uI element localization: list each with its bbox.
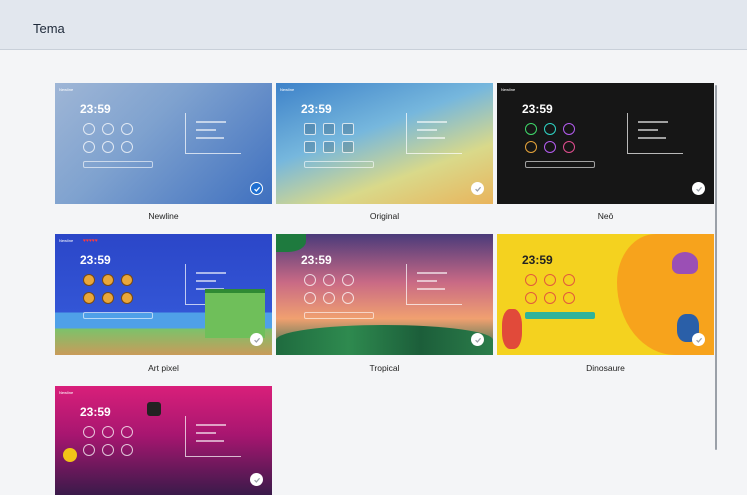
clock-text: 23:59 [301,253,332,267]
clock-text: 23:59 [301,102,332,116]
dock-bar [304,312,374,319]
brand-label: Newline [59,390,74,395]
leaf-shape [276,234,306,252]
brand-label: Newline [59,238,74,243]
check-icon [471,182,484,195]
theme-label-dinosaure: Dinosaure [586,363,625,373]
app-icons [525,141,595,155]
preview-widget [627,113,683,154]
brand-label: Newline [501,87,516,92]
hearts-icon: ♥♥♥♥♥ [83,238,98,244]
dock-bar [525,161,595,168]
selected-check-icon [250,182,263,195]
theme-tile-tropical[interactable]: 23:59 [276,234,493,355]
clock-text: 23:59 [80,102,111,116]
clock-text: 23:59 [522,253,553,267]
app-icons [304,141,374,155]
preview-widget [185,113,241,154]
scrollbar[interactable] [715,85,717,450]
clock-text: 23:59 [80,253,111,267]
theme-tile-dinosaure[interactable]: 23:59 [497,234,714,355]
app-icons [83,274,153,288]
check-icon [250,333,263,346]
theme-label-art-pixel: Art pixel [148,363,179,373]
theme-tile-neo[interactable]: Newline 23:59 [497,83,714,204]
dock-bar [525,312,595,319]
page-header: Tema [0,0,747,50]
theme-label-original: Original [369,211,400,221]
preview-widget [406,113,462,154]
dock-bar [304,161,374,168]
app-icons [525,292,595,306]
theme-tile-original[interactable]: Newline 23:59 [276,83,493,204]
dinosaur-red [502,309,522,349]
theme-label-neo: Neō [597,211,614,221]
app-icons [83,444,153,458]
app-icons [525,274,595,288]
brand-label: Newline [280,87,295,92]
app-icons [83,426,153,440]
app-icons [304,292,374,306]
check-icon [250,473,263,486]
app-icons [83,292,153,306]
check-icon [692,182,705,195]
theme-label-tropical: Tropical [369,363,400,373]
yellow-character [63,448,77,462]
dinosaur-purple [672,252,698,274]
app-icons [304,274,374,288]
preview-widget [406,264,462,305]
app-icons [304,123,374,137]
pixel-hill [205,289,265,338]
clock-text: 23:59 [80,405,111,419]
app-icons [525,123,595,137]
dark-character [147,402,161,416]
preview-widget [185,416,241,457]
brand-label: Newline [59,87,74,92]
check-icon [471,333,484,346]
app-icons [83,123,153,137]
check-icon [692,333,705,346]
foliage-shape [276,325,493,355]
theme-label-newline: Newline [148,211,179,221]
dock-bar [83,161,153,168]
theme-tile-pink[interactable]: Newline 23:59 [55,386,272,495]
clock-text: 23:59 [522,102,553,116]
theme-tile-newline[interactable]: Newline 23:59 [55,83,272,204]
dock-bar [83,312,153,319]
app-icons [83,141,153,155]
theme-tile-art-pixel[interactable]: Newline ♥♥♥♥♥ 23:59 [55,234,272,355]
page-title: Tema [33,21,65,36]
